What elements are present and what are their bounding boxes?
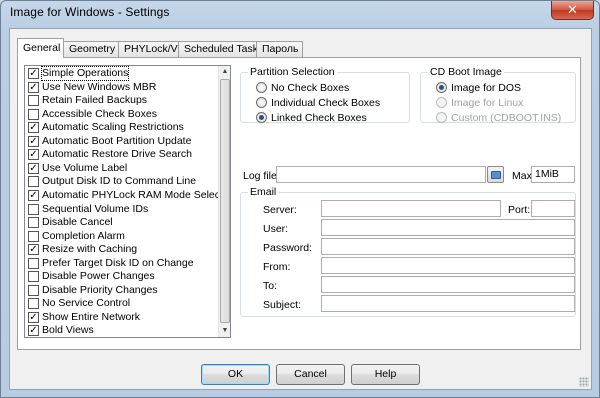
unchecked-checkbox-icon[interactable]	[28, 298, 39, 310]
scroll-up-icon[interactable]: ▲	[219, 66, 230, 78]
to-input[interactable]	[321, 276, 575, 293]
tab-geometry[interactable]: Geometry	[63, 41, 119, 57]
option-label: Use Volume Label	[42, 161, 128, 174]
radio-unselected-icon[interactable]	[256, 97, 267, 108]
cd-boot-radio-label: Image for Linux	[451, 97, 524, 109]
port-label: Port:	[508, 204, 531, 216]
option-label: Simple Operations	[40, 66, 130, 81]
server-label: Server:	[263, 204, 297, 216]
unchecked-checkbox-icon[interactable]	[28, 217, 39, 229]
option-label: Accessible Check Boxes	[42, 107, 157, 120]
option-label: Output Disk ID to Command Line	[42, 175, 197, 188]
dialog-client: General Geometry PHYLock/VSS Scheduled Task…	[9, 28, 592, 390]
tab-phylock-vss[interactable]: PHYLock/VSS	[118, 41, 192, 57]
user-input[interactable]	[321, 219, 575, 236]
option-label: Disable Power Changes	[42, 270, 155, 283]
folder-icon	[490, 171, 501, 179]
unchecked-checkbox-icon[interactable]	[28, 95, 39, 107]
partition-selection-group: Partition Selection No Check Boxes Indivi…	[240, 66, 410, 124]
options-checklist[interactable]: ✓ Simple Operations ✓ Use New Windows MBR Re…	[24, 65, 231, 338]
option-label: Sequential Volume IDs	[42, 202, 149, 215]
checked-checkbox-icon[interactable]: ✓	[28, 81, 39, 93]
title-bar[interactable]: Image for Windows - Settings ✕	[1, 1, 599, 27]
option-label: Automatic PHYLock RAM Mode Select	[42, 188, 223, 201]
from-input[interactable]	[321, 257, 575, 274]
port-input[interactable]	[531, 200, 575, 217]
to-label: To:	[263, 280, 278, 292]
option-label: Automatic Restore Drive Search	[42, 148, 192, 161]
unchecked-checkbox-icon[interactable]	[28, 284, 39, 296]
email-title: Email	[248, 186, 279, 198]
unchecked-checkbox-icon[interactable]	[28, 203, 39, 215]
radio-unselected-icon	[436, 97, 447, 108]
option-label: No Service Control	[42, 297, 131, 310]
option-label: Automatic Boot Partition Update	[42, 134, 192, 147]
server-input[interactable]	[321, 200, 501, 217]
window-title: Image for Windows - Settings	[10, 5, 170, 19]
radio-selected-icon[interactable]	[256, 112, 267, 123]
checked-checkbox-icon[interactable]: ✓	[28, 311, 39, 323]
option-label: Automatic Scaling Restrictions	[42, 121, 184, 134]
settings-window: Image for Windows - Settings ✕ General Ge…	[0, 0, 600, 398]
cd-boot-radio-label: Image for DOS	[451, 82, 522, 94]
checked-checkbox-icon[interactable]: ✓	[28, 149, 39, 161]
subject-label: Subject:	[263, 299, 301, 311]
cancel-button[interactable]: Cancel	[276, 364, 345, 385]
option-label: Completion Alarm	[42, 229, 125, 242]
ok-button[interactable]: OK	[201, 364, 270, 385]
tab-scheduled-tasks[interactable]: Scheduled Tasks	[178, 41, 263, 57]
checked-checkbox-icon[interactable]: ✓	[28, 68, 39, 79]
cd-boot-image-title: CD Boot Image	[428, 66, 504, 78]
log-file-label: Log file:	[243, 170, 280, 182]
general-tab-panel: ✓ Simple Operations ✓ Use New Windows MBR Re…	[17, 57, 581, 350]
scroll-down-icon[interactable]: ▼	[219, 325, 230, 337]
from-label: From:	[263, 261, 291, 273]
option-label: Disable Priority Changes	[42, 283, 158, 296]
resize-grip-icon[interactable]	[579, 377, 589, 387]
option-label: Disable Cancel	[42, 216, 113, 229]
unchecked-checkbox-icon[interactable]	[28, 108, 39, 120]
browse-log-button[interactable]	[487, 166, 504, 183]
option-label: Retain Failed Backups	[42, 94, 148, 107]
option-label: Show Entire Network	[42, 310, 141, 323]
partition-selection-radio-label: Linked Check Boxes	[271, 112, 367, 124]
cd-boot-image-group: CD Boot Image Image for DOS Image for Lin…	[420, 66, 576, 124]
max-size-input[interactable]: 1MiB	[531, 166, 575, 183]
option-label: Use New Windows MBR	[42, 80, 157, 93]
scrollbar-thumb[interactable]	[220, 79, 230, 323]
option-label: Resize with Caching	[42, 243, 138, 256]
subject-input[interactable]	[321, 295, 575, 312]
unchecked-checkbox-icon[interactable]	[28, 271, 39, 283]
radio-unselected-icon[interactable]	[256, 82, 267, 93]
radio-unselected-icon	[436, 112, 447, 123]
help-button[interactable]: Help	[351, 364, 420, 385]
checked-checkbox-icon[interactable]: ✓	[28, 244, 39, 256]
close-button[interactable]: ✕	[551, 1, 594, 20]
cd-boot-radio-label: Custom (CDBOOT.INS)	[451, 112, 562, 124]
checked-checkbox-icon[interactable]: ✓	[28, 162, 39, 174]
checked-checkbox-icon[interactable]: ✓	[28, 135, 39, 147]
tab-general[interactable]: General	[17, 38, 64, 58]
unchecked-checkbox-icon[interactable]	[28, 176, 39, 188]
checked-checkbox-icon[interactable]: ✓	[28, 122, 39, 134]
close-icon: ✕	[567, 2, 578, 17]
log-file-input[interactable]	[276, 166, 486, 183]
option-label: Bold Views	[42, 324, 94, 337]
partition-selection-radio-label: No Check Boxes	[271, 82, 350, 94]
checked-checkbox-icon[interactable]: ✓	[28, 325, 39, 337]
tab-пароль[interactable]: Пароль	[256, 41, 303, 57]
options-scrollbar[interactable]: ▲ ▼	[218, 66, 230, 337]
radio-selected-icon[interactable]	[436, 82, 447, 93]
password-label: Password:	[263, 242, 313, 254]
user-label: User:	[263, 223, 289, 235]
option-label: Prefer Target Disk ID on Change	[42, 256, 194, 269]
partition-selection-title: Partition Selection	[248, 66, 337, 78]
partition-selection-radio-label: Individual Check Boxes	[271, 97, 381, 109]
checked-checkbox-icon[interactable]: ✓	[28, 189, 39, 201]
unchecked-checkbox-icon[interactable]	[28, 230, 39, 242]
unchecked-checkbox-icon[interactable]	[28, 257, 39, 269]
password-input[interactable]	[321, 238, 575, 255]
